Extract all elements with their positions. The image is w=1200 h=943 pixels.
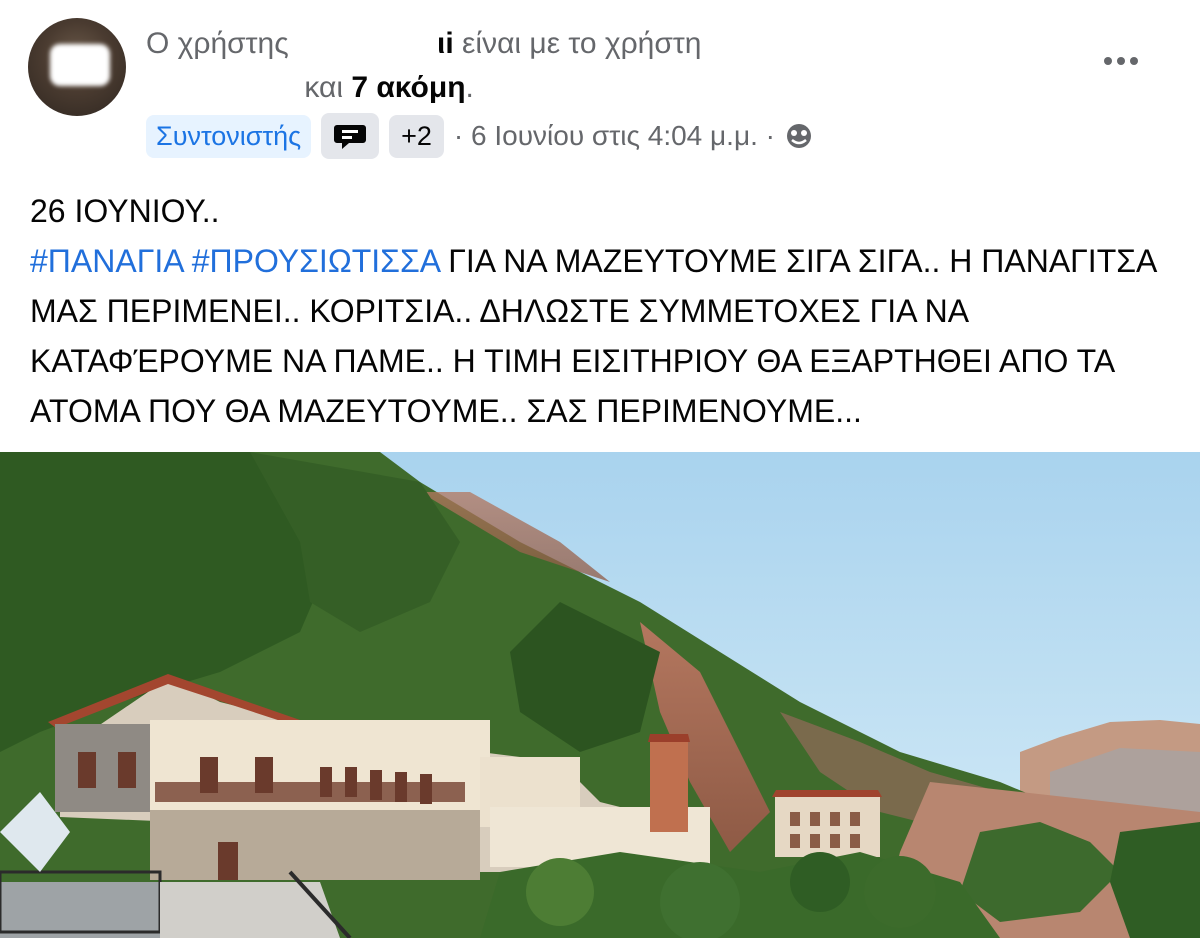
post-paragraph: #ΠΑΝΑΓΙΑ #ΠΡΟΥΣΙΩΤΙΣΣΑ ΓΙΑ ΝΑ ΜΑΖΕΥΤΟΥΜΕ…: [30, 236, 1180, 436]
redacted-tagged-name: [146, 72, 296, 107]
dot-icon: [1117, 57, 1125, 65]
post-timestamp[interactable]: · 6 Ιουνίου στις 4:04 μ.μ. ·: [454, 120, 775, 152]
post-meta: Συντονιστής +2 · 6 Ιουνίου στις 4:04 μ.μ…: [146, 112, 813, 160]
redacted-name: S: [297, 28, 338, 63]
redacted-tagged-name: Σ: [709, 28, 750, 63]
avatar-redaction: [50, 44, 110, 86]
author-prefix: Ο χρήστης: [146, 27, 289, 60]
redacted-name: [337, 28, 438, 63]
globe-icon: [785, 122, 813, 150]
post-body: 26 ΙΟΥΝΙΟΥ.. #ΠΑΝΑΓΙΑ #ΠΡΟΥΣΙΩΤΙΣΣΑ ΓΙΑ …: [30, 186, 1180, 436]
chat-bubble-icon[interactable]: [321, 113, 380, 159]
role-badge[interactable]: Συντονιστής: [146, 114, 312, 158]
author-line: Ο χρήστης Sιi είναι με το χρήστη Σ και 7…: [146, 22, 1046, 110]
sentence-end: .: [465, 71, 474, 104]
avatar[interactable]: [28, 18, 126, 116]
others-link[interactable]: 7 ακόμη: [351, 71, 465, 104]
post-header: Ο χρήστης Sιi είναι με το χρήστη Σ και 7…: [0, 0, 1200, 170]
tagged-text: είναι με το χρήστη: [462, 27, 702, 60]
post-photo[interactable]: [0, 452, 1200, 942]
hashtag-link[interactable]: #ΠΑΝΑΓΙΑ: [30, 243, 183, 279]
dot-icon: [1130, 57, 1138, 65]
and-text: και: [304, 71, 343, 104]
author-name-fragment[interactable]: ιi: [437, 27, 454, 60]
post-line-date: 26 ΙΟΥΝΙΟΥ..: [30, 193, 220, 229]
hashtag-link[interactable]: #ΠΡΟΥΣΙΩΤΙΣΣΑ: [192, 243, 440, 279]
monastery-photo: [0, 452, 1200, 942]
dot-icon: [1104, 57, 1112, 65]
more-options-button[interactable]: [1098, 46, 1144, 76]
extra-badges[interactable]: +2: [389, 114, 444, 158]
